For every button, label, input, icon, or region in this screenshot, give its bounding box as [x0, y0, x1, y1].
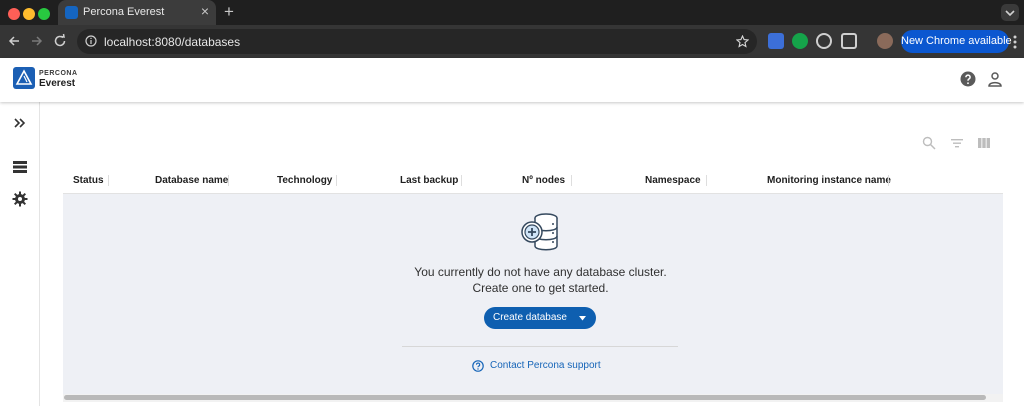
puzzle-extensions-icon[interactable]	[841, 33, 857, 49]
url-text: localhost:8080/databases	[104, 35, 241, 49]
create-database-button[interactable]: Create database	[484, 307, 596, 329]
column-resize-handle[interactable]	[461, 175, 462, 186]
database-add-icon	[521, 213, 558, 251]
search-icon[interactable]	[922, 136, 936, 150]
help-circle-icon[interactable]	[960, 71, 976, 87]
column-header-technology[interactable]: Technology	[277, 175, 332, 186]
logo-brand-text: PERCONA	[39, 70, 78, 77]
databases-page: Status Database name Technology Last bac…	[41, 102, 1024, 406]
translate-extension-icon[interactable]	[768, 33, 784, 49]
column-resize-handle[interactable]	[571, 175, 572, 186]
horizontal-scrollbar[interactable]	[63, 394, 1003, 402]
column-resize-handle[interactable]	[108, 175, 109, 186]
browser-menu-icon[interactable]	[1013, 34, 1017, 50]
browser-toolbar: localhost:8080/databases New Chrome avai…	[0, 25, 1024, 58]
tab-search-button[interactable]	[1001, 4, 1019, 21]
column-resize-handle[interactable]	[888, 175, 889, 186]
tab-title: Percona Everest	[83, 6, 165, 18]
everest-triangle-icon	[15, 69, 33, 85]
scrollbar-thumb[interactable]	[64, 395, 986, 400]
contact-support-link[interactable]: Contact Percona support	[490, 360, 601, 371]
table-header: Status Database name Technology Last bac…	[63, 166, 1003, 194]
list-icon[interactable]	[12, 159, 28, 175]
column-header-last-backup[interactable]: Last backup	[400, 175, 458, 186]
address-bar[interactable]: localhost:8080/databases	[77, 29, 757, 54]
column-header-database-name[interactable]: Database name	[155, 175, 228, 186]
gear-icon[interactable]	[12, 191, 28, 207]
empty-state: You currently do not have any database c…	[63, 194, 1003, 394]
account-icon[interactable]	[987, 71, 1003, 87]
new-tab-button[interactable]: +	[224, 3, 234, 20]
column-resize-handle[interactable]	[228, 175, 229, 186]
chevron-down-icon	[1005, 10, 1015, 17]
browser-tab-active[interactable]: Percona Everest ×	[58, 0, 216, 25]
chevrons-right-icon[interactable]	[12, 115, 28, 131]
reload-icon[interactable]	[52, 33, 68, 49]
create-database-label: Create database	[493, 312, 567, 323]
column-header-status[interactable]: Status	[73, 175, 104, 186]
logo-product-text: Everest	[39, 78, 76, 89]
new-chrome-available-button[interactable]: New Chrome available	[901, 30, 1012, 53]
divider	[402, 346, 678, 347]
column-resize-handle[interactable]	[336, 175, 337, 186]
browser-tab-strip: Percona Everest × +	[0, 0, 1024, 25]
help-outline-icon[interactable]	[472, 360, 484, 372]
window-zoom-button[interactable]	[38, 8, 50, 20]
site-info-icon[interactable]	[85, 35, 97, 47]
percona-favicon-icon	[65, 6, 78, 19]
filter-icon[interactable]	[950, 136, 964, 150]
forward-arrow-icon[interactable]	[29, 33, 45, 49]
bookmark-star-icon[interactable]	[736, 35, 749, 48]
window-minimize-button[interactable]	[23, 8, 35, 20]
app-header: PERCONA Everest	[0, 58, 1024, 102]
columns-icon[interactable]	[977, 136, 991, 150]
side-navigation	[0, 102, 40, 406]
column-header-monitoring-instance[interactable]: Monitoring instance name	[767, 175, 891, 186]
empty-state-message: You currently do not have any database c…	[414, 265, 667, 279]
column-header-namespace[interactable]: Namespace	[645, 175, 701, 186]
empty-state-hint: Create one to get started.	[472, 281, 609, 295]
window-close-button[interactable]	[8, 8, 20, 20]
grammarly-extension-icon[interactable]	[792, 33, 808, 49]
profile-avatar-icon[interactable]	[877, 33, 893, 49]
caret-down-icon[interactable]	[579, 316, 586, 321]
percona-logo-icon[interactable]	[13, 67, 35, 89]
column-resize-handle[interactable]	[706, 175, 707, 186]
extension-icon[interactable]	[816, 33, 832, 49]
tab-close-icon[interactable]: ×	[201, 4, 209, 18]
column-header-nodes[interactable]: Nº nodes	[522, 175, 565, 186]
back-arrow-icon[interactable]	[6, 33, 22, 49]
